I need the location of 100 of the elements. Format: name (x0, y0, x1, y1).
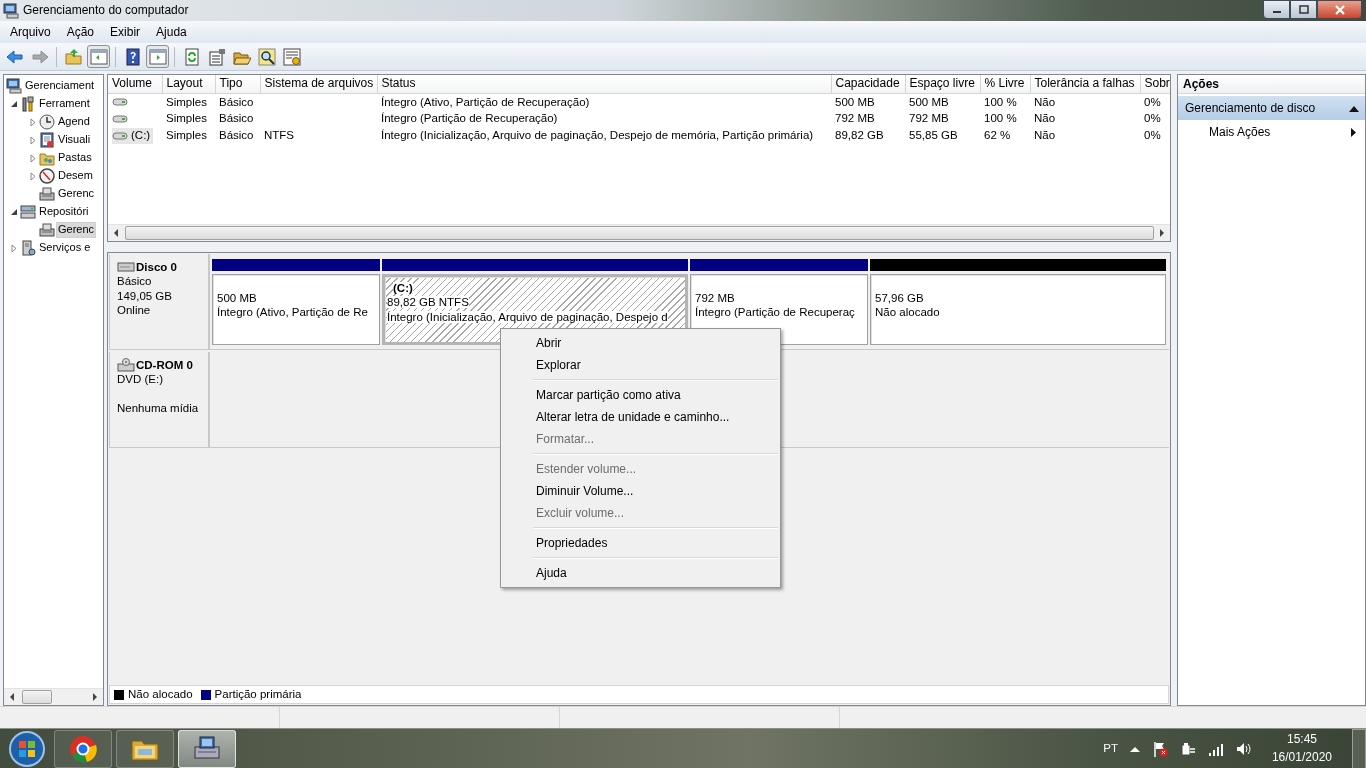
server-icon (20, 240, 36, 256)
menu-item[interactable]: Alterar letra de unidade e caminho... (503, 406, 778, 428)
clock-time: 15:45 (1285, 731, 1318, 749)
column-header[interactable]: Volume (108, 75, 162, 93)
table-cell: Íntegro (Inicialização, Arquivo de paginação, Despejo de memória, Partição primária) (381, 129, 814, 142)
menu-item[interactable]: Ação (58, 24, 103, 40)
caret-icon[interactable] (9, 208, 18, 216)
table-cell: 55,85 GB (909, 129, 958, 142)
search-button[interactable] (255, 45, 278, 68)
menu-item[interactable]: Arquivo (2, 24, 59, 40)
column-header[interactable]: Status (377, 75, 831, 93)
close-icon (1333, 4, 1346, 15)
table-cell: Não (1034, 95, 1056, 108)
table-cell: 0% (1144, 112, 1161, 125)
table-cell: Simples (166, 95, 207, 108)
menu-item[interactable]: Propriedades (503, 532, 778, 554)
table-cell: 0% (1144, 95, 1161, 108)
table-cell: 0% (1144, 129, 1161, 142)
menu-item[interactable]: Ajuda (148, 24, 195, 40)
disk-management-icon (39, 186, 55, 202)
caret-icon[interactable] (9, 100, 18, 108)
volume-label: (C:) (392, 281, 414, 296)
table-cell: 62 % (984, 129, 1011, 142)
tree-item[interactable]: Ferrament (37, 96, 92, 112)
column-header[interactable]: % Livre (980, 75, 1030, 93)
column-header[interactable]: Sistema de arquivos (260, 75, 377, 93)
tree-item[interactable]: Gerenciament (23, 78, 97, 94)
menu-item[interactable]: Ajuda (503, 562, 778, 584)
storage-icon (20, 204, 36, 220)
settings-icon (282, 47, 301, 66)
disk-status: Nenhuma mídia (117, 401, 200, 416)
tree-item[interactable]: Gerenc (56, 222, 97, 238)
tree-item[interactable]: Desem (56, 168, 95, 184)
column-header[interactable]: Tolerância a falhas (1030, 75, 1140, 93)
language-indicator[interactable]: PT (1103, 741, 1118, 756)
tree-item[interactable]: Gerenc (56, 186, 97, 202)
column-header[interactable]: Tipo (215, 75, 260, 93)
tree-item[interactable]: Serviços e (37, 240, 93, 256)
table-cell: Básico (219, 129, 254, 142)
disk-drive-icon (117, 261, 135, 274)
disk-management-icon (39, 222, 55, 238)
left-arrow-icon (113, 229, 119, 237)
browser-icon (68, 733, 98, 764)
horizontal-scrollbar[interactable] (4, 688, 103, 705)
taskbar-button[interactable] (178, 729, 236, 768)
column-header[interactable]: Capacidade (831, 75, 905, 93)
partition-status: Íntegro (Partição de Recuperaç (695, 306, 855, 319)
settings-button[interactable] (280, 45, 303, 68)
partition-box[interactable]: 500 MB Íntegro (Ativo, Partição de Re (212, 274, 380, 345)
partition-status: Não alocado (875, 306, 940, 319)
folder-icon (39, 150, 55, 166)
show-desktop-button[interactable] (1352, 728, 1366, 768)
table-cell: 792 MB (909, 112, 949, 125)
taskbar-button[interactable] (54, 729, 112, 768)
scrollbar-thumb[interactable] (22, 690, 52, 704)
tree-item[interactable]: Agend (56, 114, 92, 130)
panel-icon (148, 47, 167, 66)
disk-name: Disco 0 (136, 260, 177, 275)
column-header[interactable]: Sobr (1140, 75, 1170, 93)
flag-icon (1151, 740, 1168, 757)
menu-item[interactable]: Diminuir Volume... (503, 480, 778, 502)
forward-icon (30, 47, 49, 66)
disk-name: CD-ROM 0 (136, 358, 193, 373)
partition-size: 500 MB (217, 292, 257, 304)
clock[interactable]: 15:45 16/01/2020 (1263, 731, 1340, 766)
section-header[interactable]: Gerenciamento de disco (1178, 96, 1365, 120)
up-arrow-icon (1129, 745, 1140, 752)
table-cell: Básico (219, 95, 254, 108)
minimize-button[interactable] (1263, 0, 1290, 19)
tree-item[interactable]: Visuali (56, 132, 93, 148)
taskbar-button[interactable] (116, 729, 174, 768)
table-cell: Simples (166, 112, 207, 125)
help-icon (123, 47, 142, 66)
partition-status: Íntegro (Inicialização, Arquivo de paginação, Despejo d (387, 310, 668, 323)
menu-item[interactable]: Exibir (102, 24, 149, 40)
menu-item[interactable]: Marcar partição como ativa (503, 384, 778, 406)
column-header[interactable]: Espaço livre (905, 75, 980, 93)
maximize-button[interactable] (1290, 0, 1317, 19)
action-item[interactable]: Mais Ações (1178, 121, 1365, 143)
scrollbar-thumb[interactable] (125, 226, 1154, 240)
menu-item[interactable]: Explorar (503, 354, 778, 376)
column-header[interactable]: Layout (162, 75, 215, 93)
horizontal-scrollbar[interactable] (108, 224, 1170, 241)
disk-type: DVD (E:) (117, 372, 164, 387)
left-arrow-icon (9, 693, 15, 701)
panel-icon (89, 47, 108, 66)
close-button[interactable] (1317, 0, 1362, 19)
table-cell: 100 % (984, 95, 1017, 108)
signal-icon (1207, 741, 1224, 756)
right-arrow-icon (1159, 229, 1165, 237)
tree-item[interactable]: Pastas (56, 150, 94, 166)
table-cell: Básico (219, 112, 254, 125)
partition-box[interactable]: 57,96 GB Não alocado (870, 274, 1166, 345)
partition-status: Íntegro (Ativo, Partição de Re (217, 306, 368, 319)
cd-drive-icon (117, 358, 135, 373)
table-cell: Simples (166, 129, 207, 142)
table-cell: Não (1034, 129, 1056, 142)
panel-button[interactable] (87, 45, 110, 68)
right-arrow-icon (92, 693, 98, 701)
tree-item[interactable]: Repositóri (37, 204, 91, 220)
